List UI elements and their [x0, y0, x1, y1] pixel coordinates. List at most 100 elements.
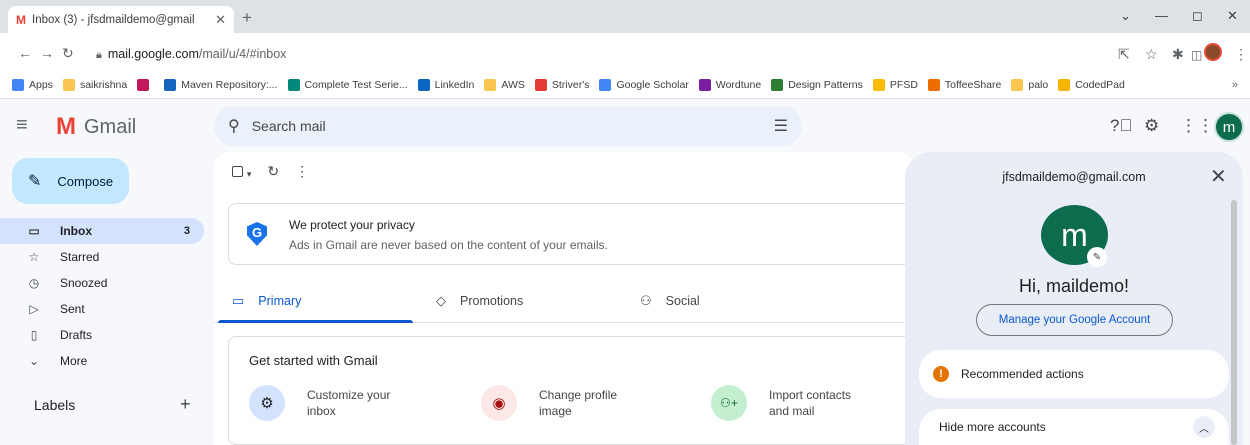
gmail-logo[interactable]: M Gmail	[56, 113, 136, 141]
change-profile-image-icon[interactable]: ◉	[481, 385, 517, 421]
active-tab-indicator	[218, 320, 413, 323]
url-field[interactable]: 🔒︎ mail.google.com/mail/u/4/#inbox	[96, 47, 286, 62]
google-apps-icon[interactable]: ⋮⋮	[1180, 116, 1214, 136]
labels-heading: Labels	[34, 397, 76, 413]
draft-icon: ▯	[30, 328, 38, 342]
bookmark-item[interactable]: Apps	[12, 79, 53, 91]
bookmark-item[interactable]: Striver's	[534, 79, 590, 91]
toffeeshare-icon	[927, 79, 940, 91]
bookmarks-overflow-icon[interactable]: »	[1232, 79, 1238, 91]
bookmark-item[interactable]: AWS	[484, 79, 525, 91]
search-options-icon[interactable]: ☰	[774, 116, 788, 136]
sidebar-item-drafts[interactable]: ▯ Drafts	[0, 322, 204, 348]
sidebar-item-label: Drafts	[60, 328, 93, 342]
main-menu-icon[interactable]: ≡	[16, 114, 28, 137]
close-window-icon[interactable]: ✕	[1227, 8, 1238, 24]
bookmark-item[interactable]: Complete Test Serie...	[287, 79, 408, 91]
bookmark-item[interactable]: PFSD	[872, 79, 918, 91]
forward-icon[interactable]: →	[40, 45, 54, 61]
bookmark-item[interactable]: CodedPad	[1058, 79, 1125, 91]
sidebar-item-snoozed[interactable]: ◷ Snoozed	[0, 270, 204, 296]
shield-icon: G	[247, 222, 267, 246]
bookmark-item[interactable]	[137, 79, 154, 91]
select-all-checkbox[interactable]: ▾	[232, 164, 251, 180]
import-contacts-icon[interactable]: ⚇+	[711, 385, 747, 421]
bookmark-item[interactable]: Wordtune	[698, 79, 761, 91]
bookmark-item[interactable]: palo	[1011, 79, 1048, 91]
bookmark-label: palo	[1028, 79, 1049, 91]
star-icon: ☆	[28, 250, 40, 264]
search-icon[interactable]: ⚲	[228, 116, 240, 136]
recommended-actions-item[interactable]: ! Recommended actions	[919, 350, 1229, 398]
bookmark-item[interactable]: Maven Repository:...	[164, 79, 278, 91]
close-tab-icon[interactable]: ✕	[215, 12, 226, 28]
maximize-icon[interactable]: ◻	[1192, 8, 1203, 24]
edit-pencil-icon[interactable]: ✎	[1087, 247, 1107, 267]
bookmark-item[interactable]: ToffeeShare	[927, 79, 1001, 91]
sidebar-item-more[interactable]: ⌄ More	[0, 348, 204, 374]
tab-primary[interactable]: ▭ Primary	[232, 293, 301, 309]
inbox-icon: ▭	[232, 293, 245, 308]
item-line2: and mail	[769, 404, 815, 418]
customize-inbox-link[interactable]: Customize your inbox	[307, 387, 390, 419]
back-icon[interactable]: ←	[18, 45, 32, 61]
change-profile-image-link[interactable]: Change profile image	[539, 387, 617, 419]
sidebar-item-inbox[interactable]: ▭ Inbox 3	[0, 218, 204, 244]
search-bar[interactable]: ⚲ Search mail ☰	[214, 106, 802, 146]
bookmark-item[interactable]: Design Patterns	[771, 79, 863, 91]
settings-icon: ⚙	[260, 395, 274, 412]
avatar-letter: m	[1061, 216, 1088, 253]
panel-scrollbar[interactable]	[1231, 200, 1237, 445]
sidebar-item-label: Snoozed	[60, 276, 108, 290]
tab-search-icon[interactable]: ⌄	[1120, 8, 1131, 24]
item-line2: inbox	[307, 404, 336, 418]
create-label-icon[interactable]: +	[180, 394, 191, 415]
compose-button[interactable]: ✎ Compose	[12, 158, 129, 204]
more-actions-icon[interactable]: ⋮	[295, 163, 309, 180]
pencil-icon: ✎	[28, 173, 42, 190]
bookmark-label: Striver's	[551, 79, 590, 91]
browser-profile-avatar[interactable]	[1204, 43, 1222, 61]
new-tab-icon[interactable]: +	[242, 8, 252, 28]
test-series-icon	[287, 79, 300, 91]
tab-label: Social	[665, 294, 700, 308]
manage-account-button[interactable]: Manage your Google Account	[976, 304, 1173, 336]
tab-label: Primary	[258, 294, 302, 308]
refresh-icon[interactable]: ↻	[267, 163, 279, 180]
bookmark-item[interactable]: saikrishna	[62, 79, 127, 91]
import-contacts-link[interactable]: Import contacts and mail	[769, 387, 851, 419]
bookmark-label: Design Patterns	[788, 79, 863, 91]
maven-icon	[164, 79, 177, 91]
chevron-up-icon: ︿	[1193, 416, 1215, 438]
url-path: /mail/u/4/#inbox	[198, 47, 287, 61]
close-icon[interactable]: ✕	[1210, 164, 1227, 189]
customize-inbox-icon[interactable]: ⚙	[249, 385, 285, 421]
bookmark-item[interactable]: Google Scholar	[599, 79, 689, 91]
search-input[interactable]: Search mail	[252, 118, 326, 134]
minimize-icon[interactable]: —	[1155, 8, 1168, 23]
folder-icon	[1011, 79, 1024, 91]
settings-icon[interactable]: ⚙	[1144, 116, 1159, 136]
select-dropdown-icon[interactable]: ▾	[247, 169, 252, 179]
share-icon[interactable]: ⇱	[1118, 46, 1130, 63]
side-panel-icon[interactable]: ◫	[1191, 48, 1202, 62]
striver-icon	[534, 79, 547, 91]
sidebar-item-starred[interactable]: ☆ Starred	[0, 244, 204, 270]
bookmark-star-icon[interactable]: ☆	[1145, 46, 1158, 63]
sidebar-item-label: Starred	[60, 250, 100, 264]
tab-social[interactable]: ⚇ Social	[640, 293, 700, 309]
reload-icon[interactable]: ↻	[62, 45, 74, 62]
product-name: Gmail	[84, 115, 137, 138]
bookmark-label: LinkedIn	[434, 79, 475, 91]
browser-menu-icon[interactable]: ⋮	[1234, 46, 1248, 63]
sidebar-item-label: More	[60, 354, 88, 368]
help-icon[interactable]: ?⃝	[1110, 116, 1132, 136]
extensions-icon[interactable]: ✱	[1172, 46, 1184, 63]
bookmark-label: Apps	[29, 79, 53, 91]
sidebar-item-sent[interactable]: ▷ Sent	[0, 296, 204, 322]
browser-tab[interactable]: M Inbox (3) - jfsdmaildemo@gmail ✕	[8, 6, 234, 33]
bookmark-item[interactable]: LinkedIn	[417, 79, 475, 91]
tab-promotions[interactable]: ◇ Promotions	[436, 293, 523, 309]
hide-more-accounts-toggle[interactable]: Hide more accounts ︿	[919, 409, 1229, 445]
account-avatar[interactable]: m	[1214, 112, 1244, 142]
